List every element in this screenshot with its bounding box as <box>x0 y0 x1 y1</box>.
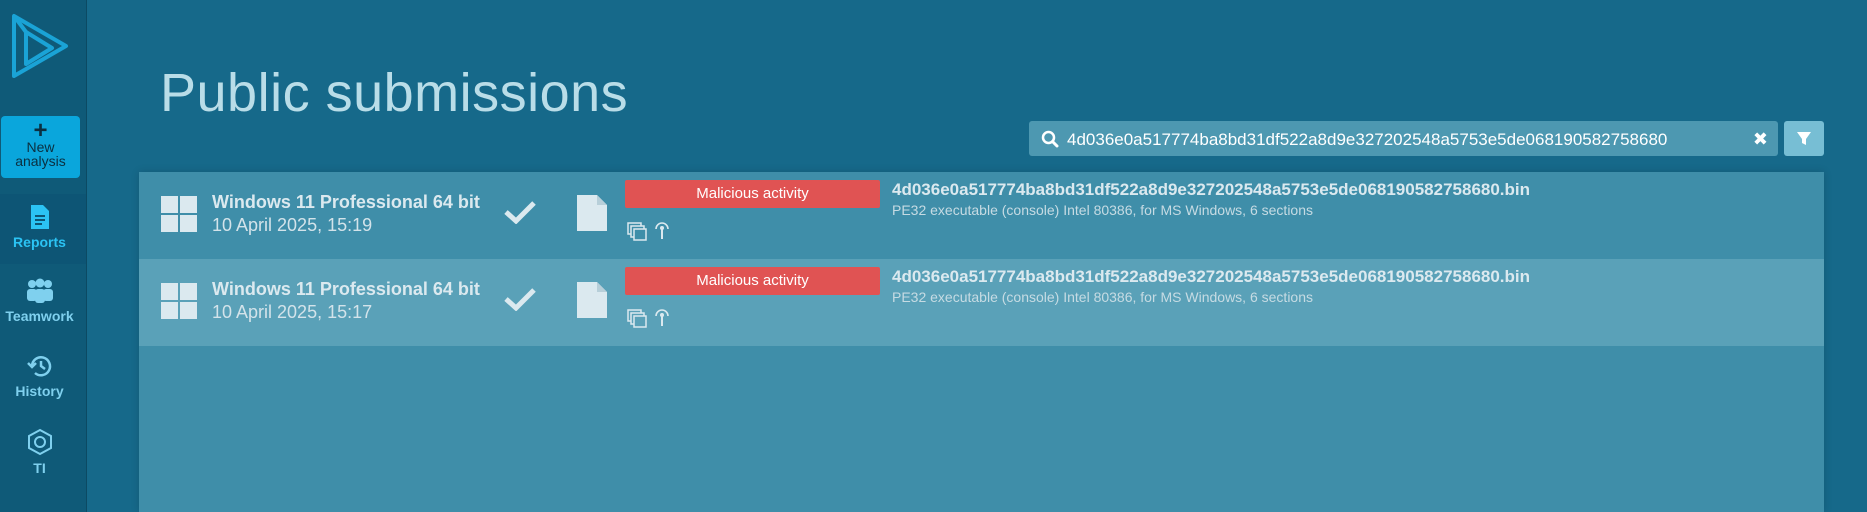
windows-stack-icon <box>627 309 647 328</box>
page-title: Public submissions <box>160 63 629 123</box>
file-description: PE32 executable (console) Intel 80386, f… <box>892 202 1313 218</box>
status-badge: Malicious activity <box>625 180 880 208</box>
clear-icon[interactable]: ✖ <box>1753 130 1768 148</box>
sidebar-item-history[interactable]: History <box>0 353 79 399</box>
people-icon <box>26 278 53 303</box>
logo-icon[interactable] <box>8 6 74 86</box>
file-description: PE32 executable (console) Intel 80386, f… <box>892 289 1313 305</box>
filter-icon <box>1797 132 1811 145</box>
plus-icon: + <box>33 117 48 144</box>
check-icon <box>504 288 536 311</box>
sidebar-item-label: TI <box>33 460 46 476</box>
filter-button[interactable] <box>1784 121 1824 156</box>
search-input[interactable] <box>1065 121 1749 158</box>
check-icon <box>504 201 536 224</box>
file-name[interactable]: 4d036e0a517774ba8bd31df522a8d9e327202548… <box>892 180 1530 200</box>
file-name[interactable]: 4d036e0a517774ba8bd31df522a8d9e327202548… <box>892 267 1530 287</box>
sidebar-item-label: Reports <box>13 234 66 250</box>
new-analysis-label-line2: analysis <box>15 153 66 169</box>
table-row[interactable]: Windows 11 Professional 64 bit 10 April … <box>139 259 1824 346</box>
windows-stack-icon <box>627 222 647 241</box>
submission-date: 10 April 2025, 15:19 <box>212 215 373 235</box>
document-icon <box>30 205 49 229</box>
hexagon-icon <box>27 428 52 456</box>
search-icon <box>1041 130 1059 148</box>
network-icon <box>655 222 669 239</box>
submissions-list: Windows 11 Professional 64 bit 10 April … <box>139 172 1824 512</box>
sidebar: + New analysis Reports Teamwork History <box>0 0 87 512</box>
sidebar-item-label: History <box>15 383 64 399</box>
network-icon <box>655 309 669 326</box>
sidebar-item-label: Teamwork <box>5 308 74 324</box>
status-badge: Malicious activity <box>625 267 880 295</box>
sidebar-item-reports[interactable]: Reports <box>0 204 79 250</box>
file-icon <box>577 282 607 318</box>
submission-date: 10 April 2025, 15:17 <box>212 302 373 322</box>
windows-icon <box>161 196 197 232</box>
table-row[interactable]: Windows 11 Professional 64 bit 10 April … <box>139 172 1824 259</box>
history-icon <box>26 356 51 377</box>
sidebar-item-teamwork[interactable]: Teamwork <box>0 278 79 324</box>
os-name: Windows 11 Professional 64 bit <box>212 279 480 299</box>
sidebar-item-ti[interactable]: TI <box>0 428 79 476</box>
os-name: Windows 11 Professional 64 bit <box>212 192 480 212</box>
file-icon <box>577 195 607 231</box>
new-analysis-button[interactable]: + New analysis <box>1 116 80 178</box>
search-box: ✖ <box>1029 121 1778 158</box>
windows-icon <box>161 283 197 319</box>
